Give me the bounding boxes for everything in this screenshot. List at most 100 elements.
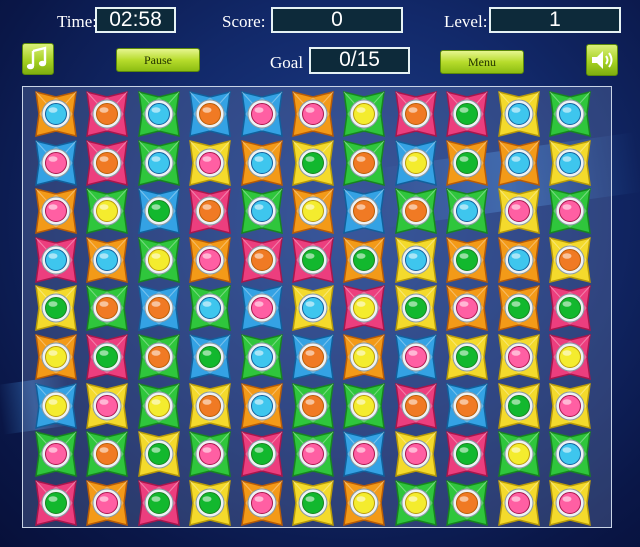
gem-tile[interactable]: [340, 479, 388, 527]
gem-tile[interactable]: [495, 187, 543, 235]
gem-tile[interactable]: [340, 139, 388, 187]
gem-tile[interactable]: [392, 90, 440, 138]
gem-tile[interactable]: [32, 479, 80, 527]
gem-tile[interactable]: [186, 284, 234, 332]
gem-tile[interactable]: [546, 382, 594, 430]
gem-tile[interactable]: [238, 284, 286, 332]
gem-tile[interactable]: [32, 187, 80, 235]
gem-tile[interactable]: [546, 187, 594, 235]
gem-tile[interactable]: [238, 430, 286, 478]
gem-tile[interactable]: [186, 382, 234, 430]
gem-tile[interactable]: [495, 139, 543, 187]
gem-tile[interactable]: [289, 479, 337, 527]
gem-tile[interactable]: [546, 139, 594, 187]
gem-tile[interactable]: [83, 382, 131, 430]
gem-tile[interactable]: [443, 139, 491, 187]
gem-tile[interactable]: [289, 187, 337, 235]
gem-tile[interactable]: [238, 479, 286, 527]
gem-tile[interactable]: [340, 187, 388, 235]
gem-tile[interactable]: [32, 90, 80, 138]
gem-tile[interactable]: [289, 333, 337, 381]
gem-tile[interactable]: [495, 382, 543, 430]
gem-tile[interactable]: [32, 284, 80, 332]
gem-tile[interactable]: [83, 139, 131, 187]
gem-tile[interactable]: [340, 284, 388, 332]
gem-tile[interactable]: [135, 139, 183, 187]
gem-tile[interactable]: [340, 382, 388, 430]
gem-tile[interactable]: [32, 430, 80, 478]
gem-tile[interactable]: [186, 139, 234, 187]
gem-tile[interactable]: [546, 479, 594, 527]
gem-tile[interactable]: [392, 139, 440, 187]
gem-tile[interactable]: [289, 236, 337, 284]
gem-tile[interactable]: [443, 333, 491, 381]
gem-tile[interactable]: [340, 430, 388, 478]
gem-tile[interactable]: [135, 382, 183, 430]
gem-tile[interactable]: [392, 430, 440, 478]
gem-tile[interactable]: [238, 333, 286, 381]
gem-tile[interactable]: [289, 430, 337, 478]
gem-tile[interactable]: [186, 333, 234, 381]
gem-tile[interactable]: [443, 479, 491, 527]
gem-tile[interactable]: [546, 284, 594, 332]
gem-tile[interactable]: [546, 333, 594, 381]
gem-tile[interactable]: [392, 333, 440, 381]
gem-tile[interactable]: [340, 90, 388, 138]
gem-tile[interactable]: [135, 479, 183, 527]
gem-tile[interactable]: [238, 187, 286, 235]
gem-tile[interactable]: [340, 333, 388, 381]
gem-tile[interactable]: [289, 382, 337, 430]
gem-tile[interactable]: [83, 430, 131, 478]
music-toggle-button[interactable]: [22, 43, 54, 75]
gem-tile[interactable]: [289, 139, 337, 187]
gem-tile[interactable]: [289, 284, 337, 332]
gem-tile[interactable]: [443, 90, 491, 138]
pause-button[interactable]: Pause: [116, 48, 200, 72]
gem-tile[interactable]: [392, 479, 440, 527]
gem-tile[interactable]: [546, 90, 594, 138]
gem-tile[interactable]: [186, 187, 234, 235]
gem-tile[interactable]: [83, 284, 131, 332]
gem-tile[interactable]: [392, 382, 440, 430]
gem-tile[interactable]: [135, 90, 183, 138]
gem-tile[interactable]: [392, 236, 440, 284]
gem-tile[interactable]: [443, 187, 491, 235]
gem-tile[interactable]: [32, 236, 80, 284]
gem-tile[interactable]: [238, 382, 286, 430]
gem-tile[interactable]: [135, 187, 183, 235]
gem-tile[interactable]: [186, 90, 234, 138]
gem-tile[interactable]: [340, 236, 388, 284]
gem-tile[interactable]: [495, 284, 543, 332]
gem-tile[interactable]: [83, 236, 131, 284]
gem-tile[interactable]: [83, 333, 131, 381]
menu-button[interactable]: Menu: [440, 50, 524, 74]
gem-tile[interactable]: [135, 236, 183, 284]
gem-tile[interactable]: [495, 90, 543, 138]
gem-tile[interactable]: [443, 284, 491, 332]
gem-tile[interactable]: [135, 430, 183, 478]
gem-tile[interactable]: [238, 90, 286, 138]
gem-tile[interactable]: [443, 430, 491, 478]
gem-tile[interactable]: [32, 382, 80, 430]
gem-tile[interactable]: [83, 187, 131, 235]
gem-tile[interactable]: [83, 479, 131, 527]
gem-tile[interactable]: [83, 90, 131, 138]
gem-tile[interactable]: [289, 90, 337, 138]
gem-tile[interactable]: [186, 236, 234, 284]
gem-tile[interactable]: [495, 236, 543, 284]
gem-tile[interactable]: [135, 284, 183, 332]
sound-toggle-button[interactable]: [586, 44, 618, 76]
gem-tile[interactable]: [186, 479, 234, 527]
gem-tile[interactable]: [546, 430, 594, 478]
gem-tile[interactable]: [443, 382, 491, 430]
game-board[interactable]: [22, 86, 612, 528]
gem-tile[interactable]: [392, 187, 440, 235]
gem-tile[interactable]: [238, 139, 286, 187]
gem-tile[interactable]: [32, 139, 80, 187]
gem-tile[interactable]: [135, 333, 183, 381]
gem-tile[interactable]: [546, 236, 594, 284]
gem-tile[interactable]: [186, 430, 234, 478]
gem-tile[interactable]: [443, 236, 491, 284]
gem-tile[interactable]: [32, 333, 80, 381]
gem-tile[interactable]: [495, 479, 543, 527]
